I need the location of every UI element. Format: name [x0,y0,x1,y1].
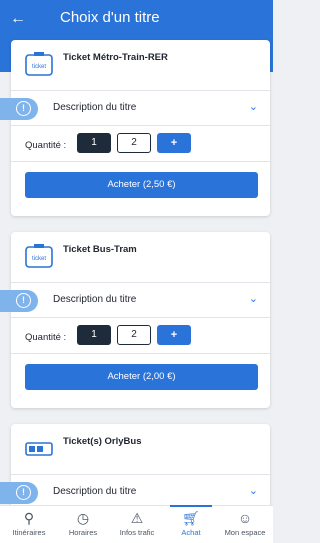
bottom-navigation: ⚲ Itinéraires ◷ Horaires ⚠ Infos trafic … [0,505,273,543]
ticket-header: ticket Ticket Bus-Tram [11,232,270,282]
description-toggle[interactable]: ! Description du titre ⌄ [0,90,270,126]
svg-text:ticket: ticket [32,64,46,70]
quantity-increase-button[interactable]: + [157,325,191,345]
warning-icon: ⚠ [130,510,144,526]
nav-achat[interactable]: 🛒︎ Achat [164,505,218,542]
quantity-row: Quantité : 1 2 + [11,128,270,162]
chevron-down-icon[interactable]: ⌄ [249,100,258,113]
nav-mon-espace[interactable]: ☺ Mon espace [218,508,272,542]
nav-itineraires[interactable]: ⚲ Itinéraires [2,508,56,542]
chevron-down-icon[interactable]: ⌄ [249,292,258,305]
ticket-icon: ticket [25,244,53,268]
description-label: Description du titre [53,294,137,305]
nav-label: Itinéraires [12,528,46,537]
clock-icon: ◷ [76,510,90,526]
quantity-value[interactable]: 2 [117,133,151,153]
nav-label: Horaires [68,528,98,537]
ticket-name: Ticket(s) OrlyBus [63,436,142,447]
quantity-decrease-button[interactable]: 1 [77,133,111,153]
info-pill: ! [0,482,38,504]
chevron-down-icon[interactable]: ⌄ [249,484,258,497]
description-toggle[interactable]: ! Description du titre ⌄ [0,282,270,318]
buy-button[interactable]: Acheter (2,50 €) [25,172,258,198]
ticket-card: ticket Ticket Métro-Train-RER ! Descript… [0,40,270,216]
back-arrow-icon[interactable]: ← [10,9,30,29]
nav-label: Infos trafic [119,528,155,537]
quantity-label: Quantité : [25,140,67,151]
quantity-decrease-button[interactable]: 1 [77,325,111,345]
ticket-header: Ticket(s) OrlyBus [11,424,270,474]
map-pin-icon: ⚲ [23,510,35,526]
quantity-label: Quantité : [25,332,67,343]
nav-infos-trafic[interactable]: ⚠ Infos trafic [110,508,164,542]
buy-button[interactable]: Acheter (2,00 €) [25,364,258,390]
ticket-name: Ticket Bus-Tram [63,244,137,255]
svg-text:ticket: ticket [32,256,46,262]
nav-label: Mon espace [224,528,266,537]
ticket-header: ticket Ticket Métro-Train-RER [11,40,270,90]
info-pill: ! [0,98,38,120]
quantity-row: Quantité : 1 2 + [11,320,270,354]
ticket-card: Ticket(s) OrlyBus ! Description du titre… [0,424,270,518]
ticket-card: ticket Ticket Bus-Tram ! Description du … [0,232,270,408]
info-icon: ! [16,293,31,308]
cart-icon: 🛒︎ [182,510,200,526]
orlybus-ticket-icon [25,442,53,456]
quantity-increase-button[interactable]: + [157,133,191,153]
quantity-value[interactable]: 2 [117,325,151,345]
ticket-icon: ticket [25,52,53,76]
info-icon: ! [16,485,31,500]
info-pill: ! [0,290,38,312]
nav-horaires[interactable]: ◷ Horaires [56,508,110,542]
description-label: Description du titre [53,102,137,113]
description-label: Description du titre [53,486,137,497]
ticket-name: Ticket Métro-Train-RER [63,52,168,63]
page-title: Choix d'un titre [60,9,160,26]
nav-label: Achat [181,528,201,537]
info-icon: ! [16,101,31,116]
user-icon: ☺ [237,510,253,526]
